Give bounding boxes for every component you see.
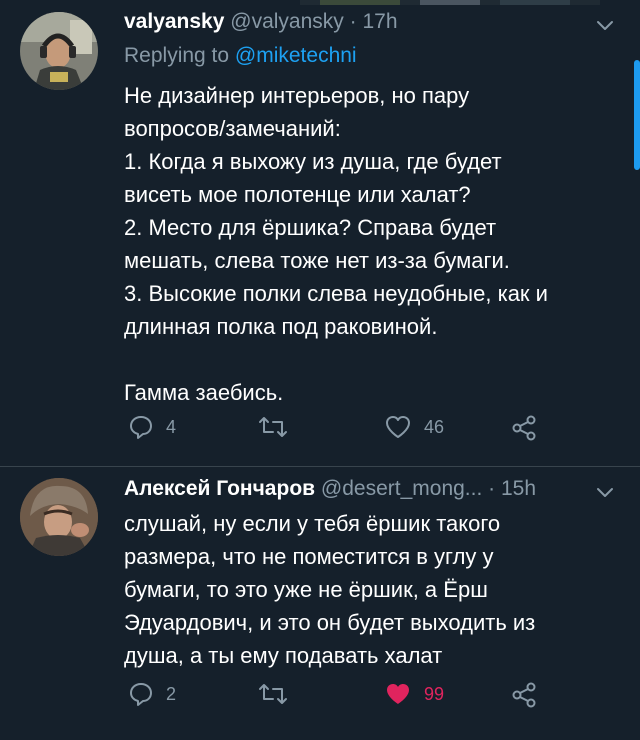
share-button[interactable] [510, 681, 538, 709]
chevron-down-icon[interactable] [594, 14, 616, 36]
separator: · [349, 10, 357, 33]
chevron-down-icon[interactable] [594, 481, 616, 503]
tweet-text: слушай, ну если у тебя ёршик такого разм… [124, 511, 536, 668]
like-count: 46 [424, 416, 445, 437]
retweet-icon [259, 684, 287, 704]
reply-button[interactable]: 2 [128, 681, 176, 707]
heart-icon [387, 684, 409, 704]
reply-icon [130, 683, 152, 706]
timestamp[interactable]: 17h [362, 10, 397, 33]
retweet-icon [259, 417, 287, 437]
avatar[interactable] [20, 478, 98, 556]
tweet-text: Не дизайнер интерьеров, но пару вопросов… [124, 83, 548, 405]
author-handle[interactable]: @desert_mong... [321, 477, 482, 500]
reply-count: 2 [166, 683, 177, 704]
reply-button[interactable]: 4 [128, 414, 176, 440]
like-button[interactable]: 46 [384, 414, 444, 440]
tweet-1[interactable]: valyansky @valyansky · 17h Replying to @… [0, 0, 640, 470]
share-icon [512, 415, 536, 441]
author-name[interactable]: Алексей Гончаров [124, 477, 315, 500]
like-count: 99 [424, 683, 445, 704]
reply-mention-link[interactable]: @miketechni [235, 44, 357, 67]
author-handle[interactable]: @valyansky [230, 10, 344, 33]
retweet-button[interactable] [258, 414, 300, 440]
timestamp[interactable]: 15h [501, 477, 536, 500]
retweet-button[interactable] [258, 681, 300, 707]
replying-to-label: Replying to [124, 44, 230, 67]
tweet-actions: 4 46 [124, 414, 620, 444]
like-button[interactable]: 99 [384, 681, 444, 707]
tweet-actions: 2 99 [124, 681, 620, 711]
heart-icon [386, 416, 410, 438]
avatar[interactable] [20, 12, 98, 90]
share-button[interactable] [510, 414, 538, 442]
tweet-2[interactable]: Алексей Гончаров @desert_mong... · 15h с… [0, 467, 640, 740]
reply-count: 4 [166, 416, 177, 437]
author-name[interactable]: valyansky [124, 10, 224, 33]
reply-icon [130, 416, 152, 439]
share-icon [512, 682, 536, 708]
replying-to: Replying to @miketechni [124, 44, 357, 68]
separator: · [488, 477, 496, 500]
